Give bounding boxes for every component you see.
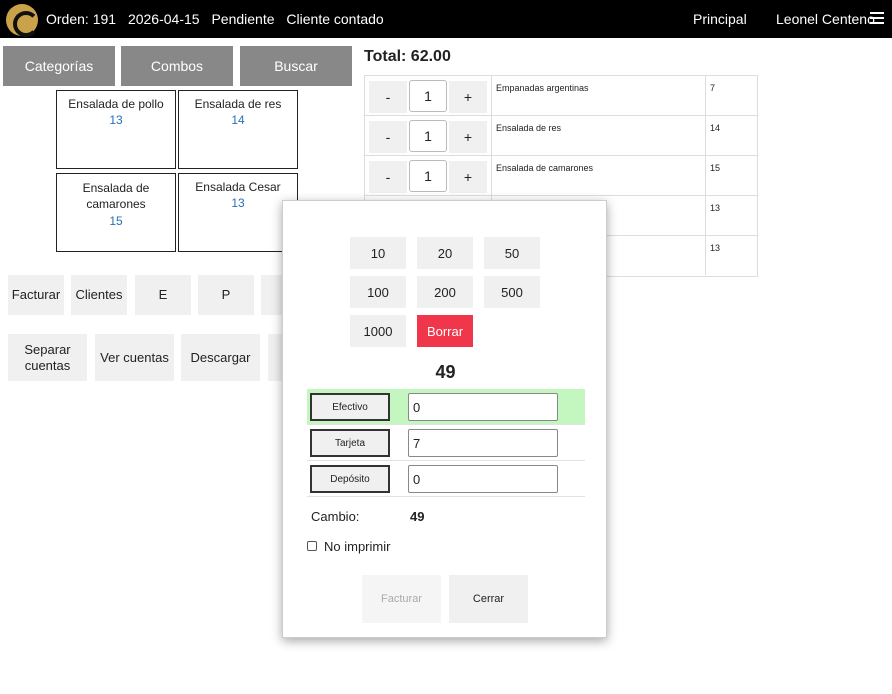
tarjeta-input[interactable]: 7	[408, 429, 558, 457]
product-name: Ensalada de camarones	[82, 181, 150, 211]
efectivo-input[interactable]: 0	[408, 393, 558, 421]
quick-amount-button[interactable]: 100	[350, 276, 406, 308]
order-row: - 1 + Empanadas argentinas 7	[365, 76, 757, 116]
close-button[interactable]: Cerrar	[449, 575, 528, 623]
tarjeta-button[interactable]: Tarjeta	[310, 429, 390, 457]
top-bar: Orden: 191 2026-04-15 Pendiente Cliente …	[0, 0, 892, 38]
product-card[interactable]: Ensalada de camarones 15	[56, 173, 176, 252]
e-button[interactable]: E	[135, 275, 191, 315]
descargar-button[interactable]: Descargar	[181, 334, 260, 381]
menu-icon[interactable]	[870, 12, 884, 24]
order-client[interactable]: Cliente contado	[286, 11, 383, 27]
item-name: Ensalada de res	[491, 116, 705, 155]
order-date: 2026-04-15	[127, 11, 200, 27]
product-name: Ensalada Cesar	[195, 180, 281, 194]
order-row: - 1 + Ensalada de res 14	[365, 116, 757, 156]
p-button[interactable]: P	[198, 275, 254, 315]
qty-input[interactable]: 1	[409, 80, 447, 112]
no-print-checkbox[interactable]	[307, 541, 317, 551]
product-name: Ensalada de pollo	[68, 97, 164, 111]
qty-minus-button[interactable]: -	[369, 121, 407, 153]
order-status: Pendiente	[211, 11, 275, 27]
ver-cuentas-button[interactable]: Ver cuentas	[95, 334, 174, 381]
item-price: 14	[705, 116, 759, 155]
facturar-button[interactable]: Facturar	[8, 275, 64, 315]
payment-amount: 49	[435, 362, 456, 382]
payment-method-row: Tarjeta 7	[307, 425, 585, 461]
qty-plus-button[interactable]: +	[449, 81, 487, 113]
product-price: 13	[109, 113, 123, 127]
item-price: 15	[705, 156, 759, 195]
item-price: 7	[705, 76, 759, 115]
payment-modal: 10 20 50 100 200 500 1000 Borrar 49 Efec…	[282, 200, 607, 638]
payment-method-row: Efectivo 0	[307, 389, 585, 425]
qty-plus-button[interactable]: +	[449, 161, 487, 193]
quick-amount-button[interactable]: 10	[350, 237, 406, 269]
item-price: 13	[705, 236, 759, 275]
deposito-button[interactable]: Depósito	[310, 465, 390, 493]
quick-amount-button[interactable]: 20	[417, 237, 473, 269]
product-card[interactable]: Ensalada Cesar 13	[178, 173, 298, 252]
order-total: Total: 62.00	[364, 48, 451, 65]
order-number: Orden: 191	[46, 11, 117, 27]
product-name: Ensalada de res	[194, 97, 282, 111]
qty-plus-button[interactable]: +	[449, 121, 487, 153]
product-card[interactable]: Ensalada de res 14	[178, 90, 298, 169]
change-value: 49	[410, 509, 425, 524]
change-label: Cambio:	[311, 509, 360, 524]
quick-amount-button[interactable]: 50	[484, 237, 540, 269]
quick-amount-button[interactable]: 500	[484, 276, 540, 308]
item-name: Empanadas argentinas	[491, 76, 705, 115]
item-price: 13	[705, 196, 759, 235]
borrar-button[interactable]: Borrar	[417, 315, 473, 347]
order-row: - 1 + Ensalada de camarones 15	[365, 156, 757, 196]
qty-minus-button[interactable]: -	[369, 81, 407, 113]
efectivo-button[interactable]: Efectivo	[310, 393, 390, 421]
product-card[interactable]: Ensalada de pollo 13	[56, 90, 176, 169]
nav-principal[interactable]: Principal	[693, 11, 747, 27]
user-name[interactable]: Leonel Centeno	[776, 11, 875, 27]
no-print-label[interactable]: No imprimir	[324, 539, 390, 554]
item-name: Ensalada de camarones	[491, 156, 705, 195]
quick-amount-button[interactable]: 1000	[350, 315, 406, 347]
payment-method-row: Depósito 0	[307, 461, 585, 497]
product-price: 15	[109, 214, 123, 228]
tab-combos[interactable]: Combos	[121, 46, 233, 86]
tab-buscar[interactable]: Buscar	[240, 46, 352, 86]
logo-icon[interactable]	[6, 4, 39, 37]
qty-input[interactable]: 1	[409, 160, 447, 192]
order-info: Orden: 191 2026-04-15 Pendiente Cliente …	[46, 11, 392, 27]
qty-minus-button[interactable]: -	[369, 161, 407, 193]
deposito-input[interactable]: 0	[408, 465, 558, 493]
separar-cuentas-button[interactable]: Separar cuentas	[8, 334, 87, 381]
invoice-button[interactable]: Facturar	[362, 575, 441, 623]
qty-input[interactable]: 1	[409, 120, 447, 152]
quick-amount-button[interactable]: 200	[417, 276, 473, 308]
product-price: 14	[231, 113, 245, 127]
product-price: 13	[231, 196, 245, 210]
tab-categorias[interactable]: Categorías	[3, 46, 115, 86]
clientes-button[interactable]: Clientes	[71, 275, 127, 315]
